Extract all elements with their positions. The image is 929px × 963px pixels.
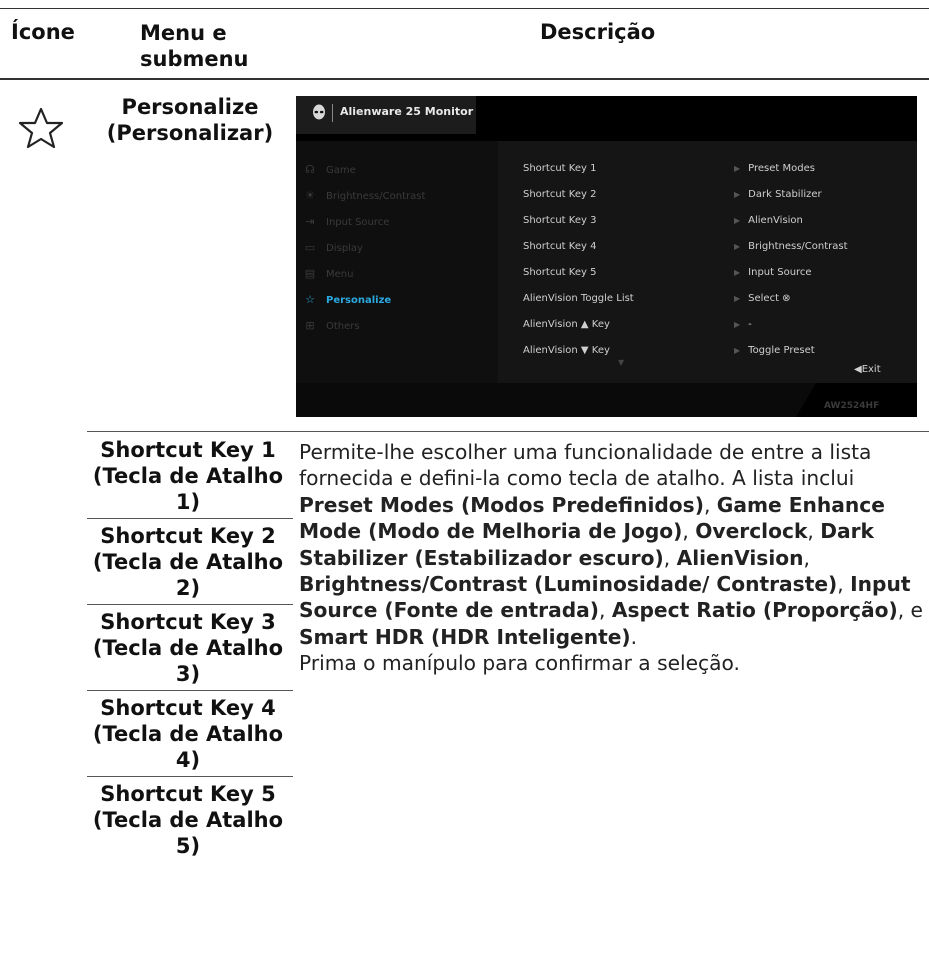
osd-setting-key[interactable]: AlienVision ▲ Key xyxy=(523,319,610,330)
submenu-line: Shortcut Key 4 xyxy=(100,696,276,720)
submenu-line: Shortcut Key 5 xyxy=(100,782,276,806)
submenu-line: (Tecla de Atalho xyxy=(92,808,284,832)
menu-icon: ▤ xyxy=(304,267,316,280)
submenu-line: 1) xyxy=(175,490,201,514)
submenu-line: 4) xyxy=(175,748,201,772)
osd-menu-others[interactable]: ⊞ Others xyxy=(302,319,360,332)
osd-setting-value[interactable]: ▶ Brightness/Contrast xyxy=(734,241,848,252)
osd-setting-value[interactable]: ▶ Toggle Preset xyxy=(734,345,815,356)
osd-setting-value[interactable]: ▶ - xyxy=(734,319,752,330)
osd-title-separator xyxy=(332,104,333,122)
osd-setting-key[interactable]: Shortcut Key 4 xyxy=(523,241,596,252)
submenu-shortcut-key-3: Shortcut Key 3 (Tecla de Atalho 3) xyxy=(84,609,292,687)
osd-setting-key[interactable]: Shortcut Key 1 xyxy=(523,163,596,174)
osd-menu-personalize[interactable]: ☆ Personalize xyxy=(302,293,391,306)
brightness-icon: ☀ xyxy=(305,189,315,202)
menu-title-line1: Personalize xyxy=(121,95,259,119)
header-description: Descrição xyxy=(540,20,656,44)
osd-footer-tab xyxy=(296,383,816,417)
osd-setting-value[interactable]: ▶ AlienVision xyxy=(734,215,803,226)
submenu-line: 5) xyxy=(175,834,201,858)
osd-setting-key[interactable]: Shortcut Key 5 xyxy=(523,267,596,278)
star-icon: ☆ xyxy=(305,293,315,306)
submenu-shortcut-key-2: Shortcut Key 2 (Tecla de Atalho 2) xyxy=(84,523,292,601)
triangle-right-icon: ▶ xyxy=(734,242,741,251)
submenu-line: (Tecla de Atalho xyxy=(92,722,284,746)
osd-menu-label: Menu xyxy=(326,269,354,280)
header-icon: Ícone xyxy=(11,20,75,44)
triangle-right-icon: ▶ xyxy=(734,164,741,173)
osd-setting-value[interactable]: ▶ Select ⊗ xyxy=(734,293,791,304)
osd-menu-label: Game xyxy=(326,165,356,176)
description-text: Permite-lhe escolher uma funcionalidade … xyxy=(299,440,923,676)
submenu-rule xyxy=(87,518,293,519)
star-icon xyxy=(18,106,64,150)
triangle-right-icon: ▶ xyxy=(734,294,741,303)
header-menu: Menu e submenu xyxy=(140,21,249,71)
osd-setting-key[interactable]: AlienVision ▼ Key xyxy=(523,345,610,356)
triangle-right-icon: ▶ xyxy=(734,346,741,355)
menu-title: Personalize (Personalizar) xyxy=(100,94,280,146)
osd-setting-value[interactable]: ▶ Dark Stabilizer xyxy=(734,189,822,200)
submenu-line: (Tecla de Atalho xyxy=(92,636,284,660)
osd-menu-game[interactable]: ☊ Game xyxy=(302,163,356,176)
osd-setting-key[interactable]: Shortcut Key 3 xyxy=(523,215,596,226)
submenu-shortcut-key-5: Shortcut Key 5 (Tecla de Atalho 5) xyxy=(84,781,292,859)
menu-title-line2: (Personalizar) xyxy=(106,121,274,145)
osd-title: Alienware 25 Monitor xyxy=(340,105,474,118)
display-icon: ▭ xyxy=(304,241,316,254)
submenu-line: 2) xyxy=(175,576,201,600)
submenu-line: (Tecla de Atalho xyxy=(92,550,284,574)
triangle-right-icon: ▶ xyxy=(734,216,741,225)
osd-setting-key[interactable]: AlienVision Toggle List xyxy=(523,293,634,304)
gamepad-icon: ☊ xyxy=(305,163,315,176)
osd-menu-label: Others xyxy=(326,321,360,332)
input-source-icon: ⇥ xyxy=(305,215,315,228)
triangle-right-icon: ▶ xyxy=(734,190,741,199)
osd-model-label: AW2524HF xyxy=(824,401,880,411)
osd-menu-label: Personalize xyxy=(326,295,392,306)
submenu-line: 3) xyxy=(175,662,201,686)
submenu-rule xyxy=(87,776,293,777)
submenu-shortcut-key-4: Shortcut Key 4 (Tecla de Atalho 4) xyxy=(84,695,292,773)
osd-setting-value[interactable]: ▶ Input Source xyxy=(734,267,812,278)
osd-menu-brightness[interactable]: ☀ Brightness/Contrast xyxy=(302,189,425,202)
osd-menu-display[interactable]: ▭ Display xyxy=(302,241,363,254)
submenu-rule xyxy=(87,604,293,605)
triangle-right-icon: ▶ xyxy=(734,320,741,329)
table-top-rule xyxy=(0,8,929,9)
submenu-top-rule xyxy=(87,431,929,432)
osd-menu-label: Display xyxy=(326,243,363,254)
submenu-line: (Tecla de Atalho xyxy=(92,464,284,488)
alienware-logo-icon xyxy=(313,104,325,120)
osd-menu-input-source[interactable]: ⇥ Input Source xyxy=(302,215,389,228)
scroll-down-icon: ▼ xyxy=(618,358,625,367)
submenu-rule xyxy=(87,690,293,691)
osd-menu-label: Input Source xyxy=(326,217,390,228)
header-bottom-rule xyxy=(0,78,929,80)
submenu-line: Shortcut Key 3 xyxy=(100,610,276,634)
submenu-line: Shortcut Key 1 xyxy=(100,438,276,462)
submenu-shortcut-key-1: Shortcut Key 1 (Tecla de Atalho 1) xyxy=(84,437,292,515)
osd-menu-label: Brightness/Contrast xyxy=(326,191,426,202)
triangle-right-icon: ▶ xyxy=(734,268,741,277)
submenu-line: Shortcut Key 2 xyxy=(100,524,276,548)
description-note: Prima o manípulo para confirmar a seleçã… xyxy=(299,651,740,676)
osd-screenshot: Alienware 25 Monitor ☊ Game ☀ Brightness/C… xyxy=(296,96,917,417)
osd-menu-menu[interactable]: ▤ Menu xyxy=(302,267,354,280)
others-icon: ⊞ xyxy=(305,319,315,332)
osd-setting-value[interactable]: ▶ Preset Modes xyxy=(734,163,815,174)
osd-setting-key[interactable]: Shortcut Key 2 xyxy=(523,189,596,200)
osd-exit-button[interactable]: ◀Exit xyxy=(854,364,881,375)
